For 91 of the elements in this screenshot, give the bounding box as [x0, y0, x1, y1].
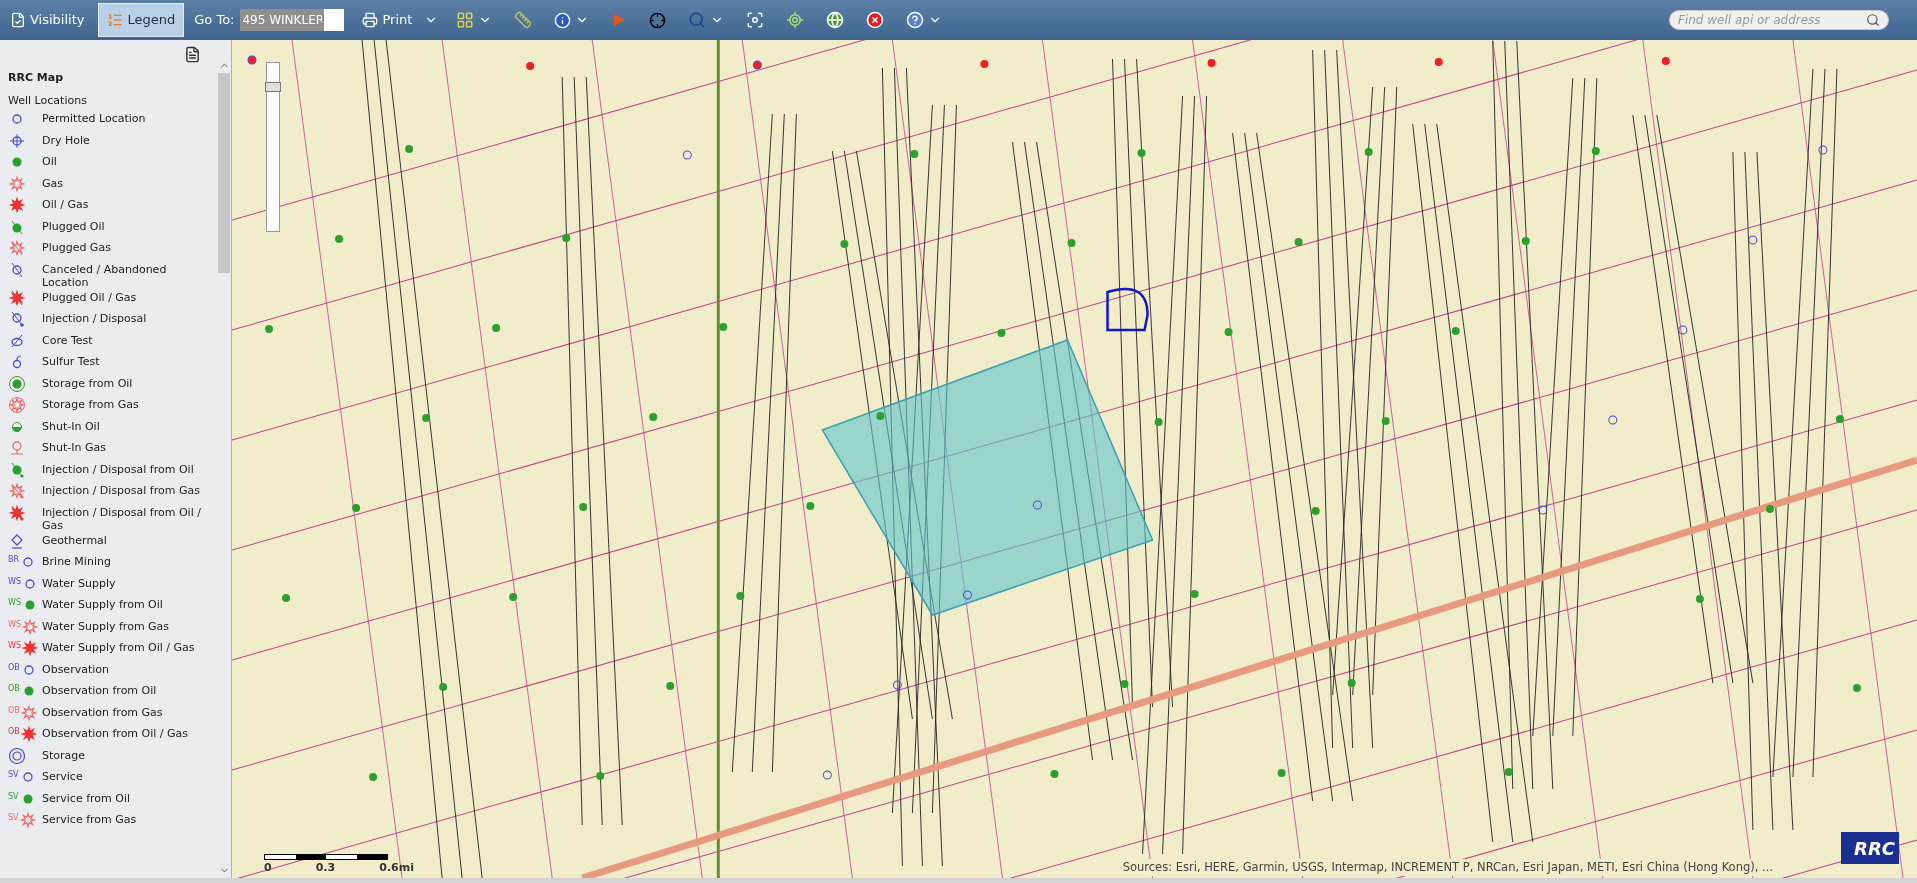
close-icon	[866, 11, 885, 29]
goto-label: Go To:	[194, 11, 235, 30]
legend-item-label: Storage from Gas	[42, 397, 140, 411]
legend-item-label: Geothermal	[42, 532, 108, 547]
legend-item-label: Water Supply from Gas	[42, 618, 171, 633]
info-icon	[554, 11, 572, 29]
legend-item-label: Shut-In Oil	[42, 418, 101, 433]
legend-item-label: Injection / Disposal from Gas	[42, 483, 201, 497]
scale-label: 0.6mi	[379, 859, 414, 876]
legend-item-label: Shut-In Gas	[42, 440, 107, 454]
scale-label: 0.3	[315, 859, 336, 876]
legend-item-label: Storage	[42, 747, 87, 762]
legend-item-label: Water Supply	[42, 575, 117, 590]
grid-icon	[456, 11, 475, 29]
print-button[interactable]: Print	[358, 5, 443, 35]
well-symbol-icon	[8, 239, 26, 257]
symbol-tag: OB	[8, 728, 20, 736]
legend-item-label: Canceled / Abandoned Location	[42, 261, 168, 289]
legend-item-label: Observation from Oil	[42, 683, 158, 697]
map-drawing[interactable]	[232, 40, 1917, 878]
legend-item-label: Storage from Oil	[42, 375, 134, 390]
scrollbar-thumb[interactable]	[218, 73, 230, 273]
well-symbol-icon	[8, 131, 26, 150]
search-field[interactable]: Find well api or address	[1669, 10, 1889, 30]
well-symbol-icon	[21, 617, 39, 636]
symbol-tag: WS	[8, 599, 21, 607]
symbol-tag: WS	[8, 620, 21, 629]
legend-item-label: Service	[42, 769, 84, 783]
well-symbol-icon	[19, 703, 38, 722]
target-icon	[746, 11, 765, 29]
legend-item-label: Injection / Disposal	[42, 311, 148, 325]
symbol-tag: BR	[8, 556, 20, 564]
symbol-tag: SV	[8, 814, 19, 822]
legend-item-label: Injection / Disposal from Oil / Gas	[42, 504, 202, 532]
search-icon	[1866, 13, 1880, 27]
pdf-icon[interactable]	[184, 46, 201, 63]
legend-item-label: Service from Oil	[42, 790, 132, 805]
legend-item-label: Observation from Oil / Gas	[42, 726, 190, 740]
well-symbol-icon	[8, 374, 26, 393]
legend-item-label: Observation	[42, 661, 110, 676]
zoom-slider[interactable]	[266, 62, 280, 232]
well-symbol-icon	[8, 396, 26, 414]
symbol-tag: SV	[8, 771, 19, 779]
well-symbol-icon	[8, 174, 26, 193]
legend-item-label: Service from Gas	[42, 812, 138, 826]
list-icon	[107, 12, 124, 28]
well-symbol-icon	[18, 811, 37, 829]
logo: RRC	[1841, 832, 1899, 864]
legend-item-label: Permitted Location	[42, 111, 147, 125]
legend-item-label: Plugged Oil	[42, 218, 106, 233]
legend-item-label: Plugged Gas	[42, 240, 112, 254]
legend-item-label: Brine Mining	[42, 554, 112, 568]
zoom-slider-thumb[interactable]	[265, 82, 281, 93]
well-symbol-icon	[8, 503, 26, 522]
legend-item-label: Dry Hole	[42, 132, 91, 147]
legend-item-label: Sulfur Test	[42, 354, 101, 368]
scale-label: 0	[264, 859, 272, 876]
well-symbol-icon	[8, 482, 26, 500]
symbol-tag: SV	[8, 792, 19, 801]
document-icon	[10, 12, 26, 28]
well-symbol-icon	[8, 288, 26, 307]
legend-item-label: Water Supply from Oil	[42, 597, 164, 611]
legend-group-label: Well Locations	[8, 92, 88, 109]
well-symbol-icon	[21, 639, 39, 657]
legend-item-label: Injection / Disposal from Oil	[42, 461, 195, 476]
legend-item-label: Oil	[42, 154, 58, 168]
legend-item-label: Oil / Gas	[42, 197, 90, 211]
legend-item-label: Core Test	[42, 332, 94, 347]
printer-icon	[362, 12, 379, 28]
globe-icon	[826, 11, 845, 29]
legend-item-label: Plugged Oil / Gas	[42, 289, 138, 304]
search-icon	[688, 11, 707, 29]
symbol-tag: WS	[8, 577, 21, 586]
panel-tab[interactable]: Visibility	[2, 3, 93, 37]
help-icon	[906, 11, 925, 29]
legend-title: RRC Map	[8, 70, 65, 86]
well-symbol-icon	[8, 196, 26, 214]
ruler-icon	[514, 11, 533, 29]
well-symbol-icon	[8, 746, 26, 765]
symbol-tag: OB	[8, 706, 20, 715]
legend-item-label: Gas	[42, 175, 64, 190]
legend-item-label: Water Supply from Oil / Gas	[42, 640, 196, 654]
symbol-tag: WS	[8, 642, 21, 650]
legend-item-label: Observation from Gas	[42, 704, 164, 719]
crosshair-icon	[786, 11, 805, 29]
well-symbol-icon	[8, 439, 26, 457]
crosshair-icon	[649, 11, 667, 29]
symbol-tag: OB	[8, 663, 20, 672]
symbol-tag: OB	[8, 685, 20, 693]
well-symbol-icon	[19, 725, 38, 743]
panel-tab[interactable]: Legend	[98, 3, 185, 37]
